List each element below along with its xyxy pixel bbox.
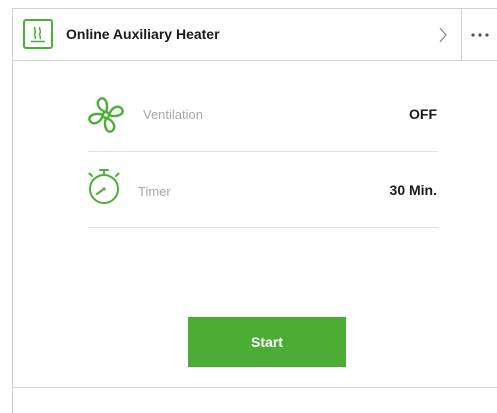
start-button[interactable]: Start [188,317,346,367]
heater-panel: Online Auxiliary Heater Ventilation OFF … [12,8,497,413]
heater-icon [23,19,53,49]
ventilation-label: Ventilation [143,107,203,122]
ventilation-value: OFF [409,106,437,122]
more-dots-icon [471,32,489,37]
timer-row[interactable]: Timer 30 Min. [88,152,438,228]
more-options-button[interactable] [462,9,497,60]
timer-label: Timer [138,184,171,199]
panel-header: Online Auxiliary Heater [13,9,497,61]
footer-divider [13,387,497,388]
fan-icon [88,97,124,133]
ventilation-row[interactable]: Ventilation OFF [88,76,438,152]
page-title: Online Auxiliary Heater [66,26,220,42]
chevron-right-icon [439,27,447,42]
stopwatch-icon [88,169,120,204]
timer-value: 30 Min. [389,182,437,198]
open-details-button[interactable] [425,9,461,60]
